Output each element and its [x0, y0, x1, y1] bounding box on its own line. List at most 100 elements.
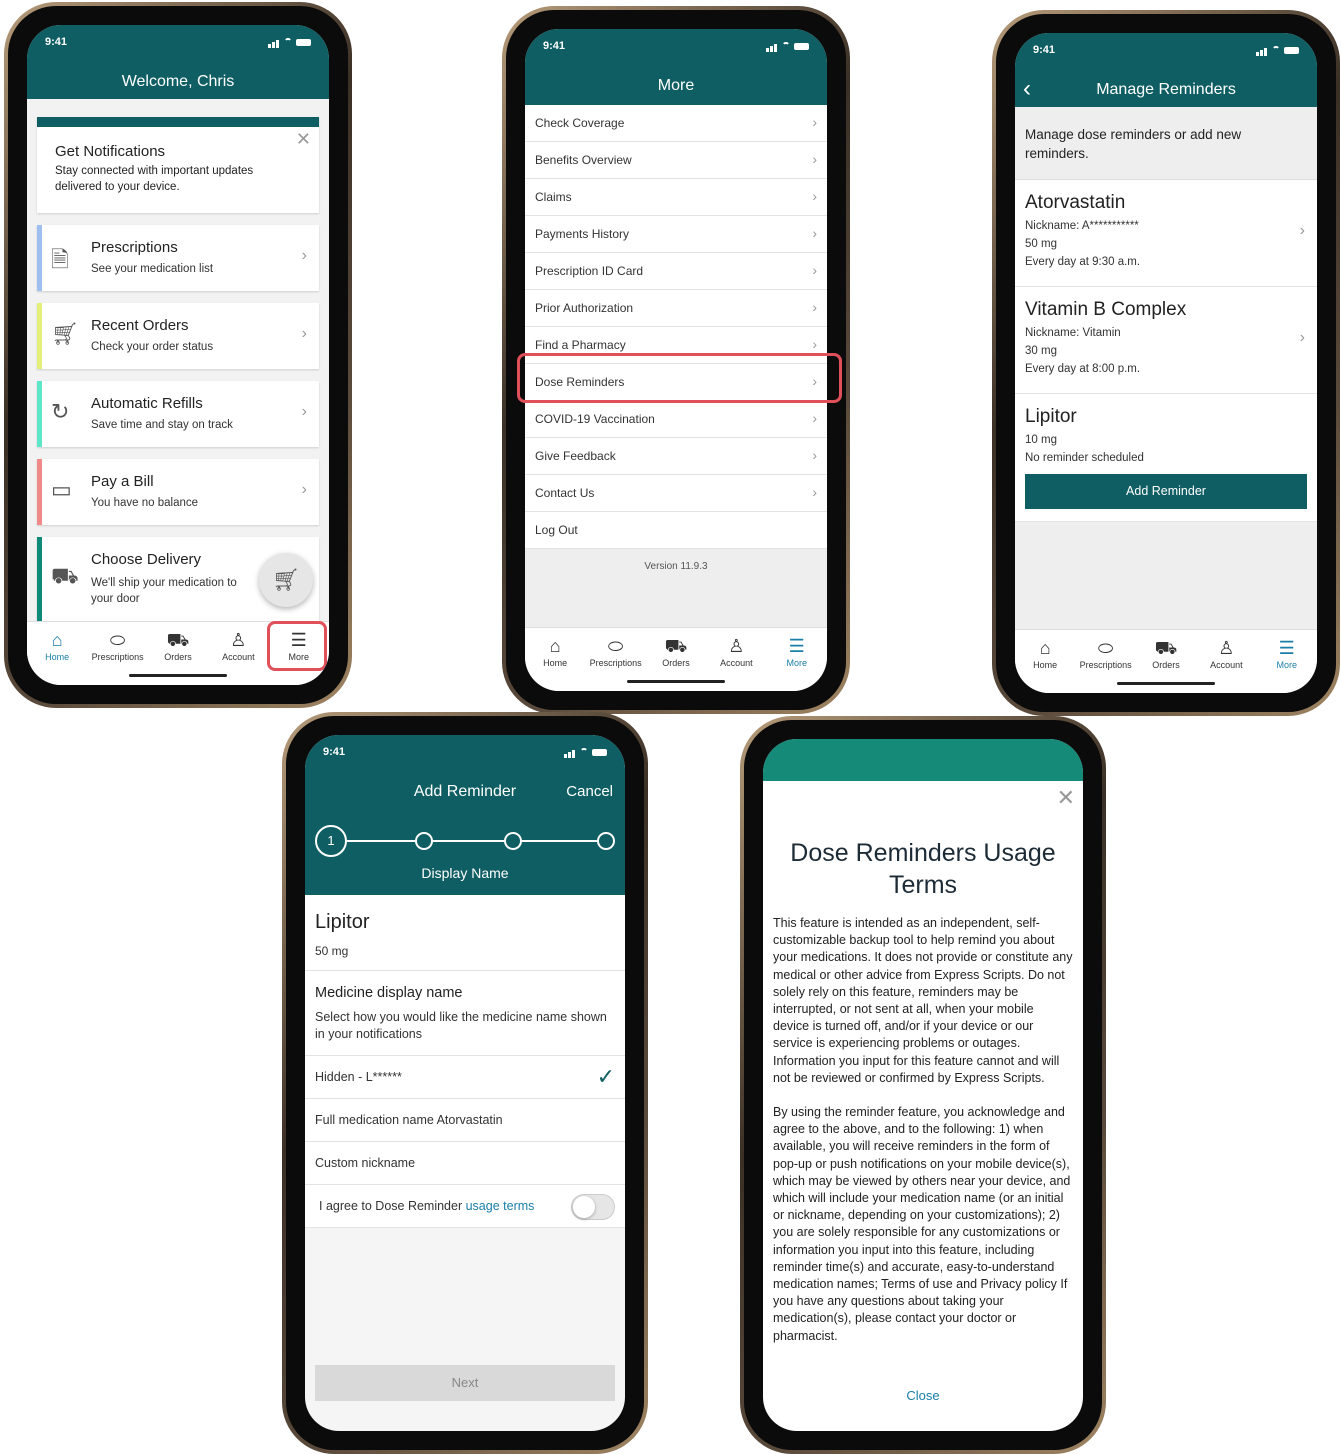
manage-reminders-screen: 9:41 ‹ Manage Reminders Manage dose remi…: [1015, 33, 1317, 693]
usage-terms-screen: ✕ Dose Reminders Usage Terms This featur…: [763, 739, 1083, 1431]
drug-name: Lipitor: [315, 911, 370, 933]
option-label: Hidden - L******: [315, 1070, 402, 1084]
close-button[interactable]: Close: [763, 1388, 1083, 1403]
chevron-right-icon: ›: [812, 262, 817, 278]
pill-icon: ⬭: [109, 630, 126, 650]
home-indicator: [627, 680, 725, 683]
menu-label: Give Feedback: [535, 449, 616, 463]
menu-item-contact-us[interactable]: Contact Us ›: [525, 475, 827, 512]
menu-icon: ☰: [788, 636, 805, 656]
menu-label: Claims: [535, 190, 572, 204]
prescriptions-card[interactable]: 🗎 Prescriptions See your medication list…: [37, 225, 319, 291]
automatic-refills-card[interactable]: ↻ Automatic Refills Save time and stay o…: [37, 381, 319, 447]
phone-home: 9:41 Welcome, Chris Get Notifications St…: [4, 2, 352, 708]
phone-more: 9:41 More Check Coverage › Benefits Overv…: [502, 6, 850, 714]
chevron-right-icon: ›: [301, 403, 307, 420]
close-icon[interactable]: ✕: [296, 129, 311, 150]
terms-paragraph-1: This feature is intended as an independe…: [773, 916, 1073, 1085]
reminder-name: Atorvastatin: [1025, 192, 1126, 213]
tab-more[interactable]: ☰ More: [769, 636, 825, 691]
tab-label: Orders: [662, 658, 690, 668]
menu-label: Prior Authorization: [535, 301, 634, 315]
step-1-current: 1: [315, 825, 347, 857]
delivery-truck-icon: ⛟: [51, 563, 79, 588]
close-icon[interactable]: ✕: [1057, 785, 1075, 811]
menu-label: Contact Us: [535, 486, 595, 500]
intro-text: Manage dose reminders or add new reminde…: [1015, 107, 1317, 180]
notification-title: Get Notifications: [55, 143, 166, 160]
option-custom-nickname[interactable]: Custom nickname: [305, 1142, 625, 1185]
card-subtitle: We'll ship your medication to your door: [91, 577, 237, 605]
tab-label: Prescriptions: [91, 652, 144, 662]
tab-more[interactable]: ☰ More: [1259, 638, 1315, 693]
reminder-item[interactable]: Atorvastatin Nickname: A*********** 50 m…: [1015, 180, 1317, 287]
menu-item-prescription-id-card[interactable]: Prescription ID Card ›: [525, 253, 827, 290]
card-title: Recent Orders: [91, 317, 189, 334]
menu-item-covid-vaccination[interactable]: COVID-19 Vaccination ›: [525, 401, 827, 438]
tab-label: Prescriptions: [589, 658, 642, 668]
menu-label: Log Out: [535, 523, 578, 537]
drug-dose: 50 mg: [315, 944, 349, 958]
tab-home[interactable]: ⌂ Home: [29, 630, 85, 685]
truck-icon: ⛟: [166, 630, 190, 650]
add-reminder-screen: 9:41 Add Reminder Cancel 1 Display Name …: [305, 735, 625, 1431]
menu-label: Payments History: [535, 227, 630, 241]
menu-item-give-feedback[interactable]: Give Feedback ›: [525, 438, 827, 475]
tab-label: More: [1276, 660, 1297, 670]
tab-label: Account: [720, 658, 753, 668]
agree-toggle[interactable]: [571, 1194, 615, 1220]
reminder-schedule: No reminder scheduled: [1025, 452, 1144, 464]
card-title: Pay a Bill: [91, 473, 154, 490]
floating-cart-button[interactable]: 🛒︎: [259, 553, 313, 607]
next-button[interactable]: Next: [315, 1365, 615, 1401]
card-subtitle: Check your order status: [91, 341, 214, 353]
pill-icon: ⬭: [607, 636, 624, 656]
reminder-name: Lipitor: [1025, 406, 1077, 427]
option-label: Full medication name Atorvastatin: [315, 1113, 503, 1127]
cancel-button[interactable]: Cancel: [566, 783, 613, 800]
home-icon: ⌂: [1039, 638, 1051, 658]
tab-home[interactable]: ⌂ Home: [1017, 638, 1073, 693]
tab-label: Account: [1210, 660, 1243, 670]
home-icon: ⌂: [51, 630, 63, 650]
tab-label: Prescriptions: [1079, 660, 1132, 670]
tab-label: More: [786, 658, 807, 668]
notification-card: Get Notifications Stay connected with im…: [37, 117, 319, 213]
chevron-right-icon: ›: [812, 299, 817, 315]
recent-orders-card[interactable]: 🛒︎ Recent Orders Check your order status…: [37, 303, 319, 369]
truck-icon: ⛟: [664, 636, 688, 656]
phone-usage-terms: ✕ Dose Reminders Usage Terms This featur…: [740, 716, 1106, 1454]
reminder-item[interactable]: Vitamin B Complex Nickname: Vitamin 30 m…: [1015, 287, 1317, 394]
reminder-schedule: Every day at 9:30 a.m.: [1025, 256, 1141, 268]
wallet-icon: ▭: [51, 477, 72, 502]
more-menu-list: Check Coverage › Benefits Overview › Claim…: [525, 105, 827, 572]
stepper: 1: [315, 825, 615, 857]
card-subtitle: You have no balance: [91, 497, 199, 509]
menu-item-claims[interactable]: Claims ›: [525, 179, 827, 216]
terms-paragraph-2: By using the reminder feature, you ackno…: [773, 1105, 1071, 1343]
chevron-right-icon: ›: [812, 410, 817, 426]
status-time: 9:41: [323, 746, 346, 758]
pay-bill-card[interactable]: ▭ Pay a Bill You have no balance ›: [37, 459, 319, 525]
terms-title: Dose Reminders Usage Terms: [790, 839, 1056, 899]
add-reminder-button[interactable]: Add Reminder: [1025, 474, 1307, 509]
home-icon: ⌂: [549, 636, 561, 656]
menu-item-log-out[interactable]: Log Out: [525, 512, 827, 549]
option-full-name[interactable]: Full medication name Atorvastatin: [305, 1099, 625, 1142]
tab-label: Home: [543, 658, 568, 668]
step-number: 1: [327, 833, 335, 848]
section-description: Select how you would like the medicine n…: [315, 1010, 607, 1041]
reminder-schedule: Every day at 8:00 p.m.: [1025, 363, 1141, 375]
option-hidden[interactable]: Hidden - L****** ✓: [305, 1056, 625, 1099]
menu-item-prior-authorization[interactable]: Prior Authorization ›: [525, 290, 827, 327]
menu-item-payments-history[interactable]: Payments History ›: [525, 216, 827, 253]
reminder-dose: 50 mg: [1025, 238, 1057, 250]
menu-item-benefits-overview[interactable]: Benefits Overview ›: [525, 142, 827, 179]
chevron-right-icon: ›: [812, 225, 817, 241]
reminder-dose: 10 mg: [1025, 434, 1057, 446]
tab-home[interactable]: ⌂ Home: [527, 636, 583, 691]
menu-item-check-coverage[interactable]: Check Coverage ›: [525, 105, 827, 142]
page-title: Manage Reminders: [1096, 81, 1236, 98]
status-time: 9:41: [1033, 44, 1056, 56]
usage-terms-link[interactable]: usage terms: [466, 1199, 535, 1213]
